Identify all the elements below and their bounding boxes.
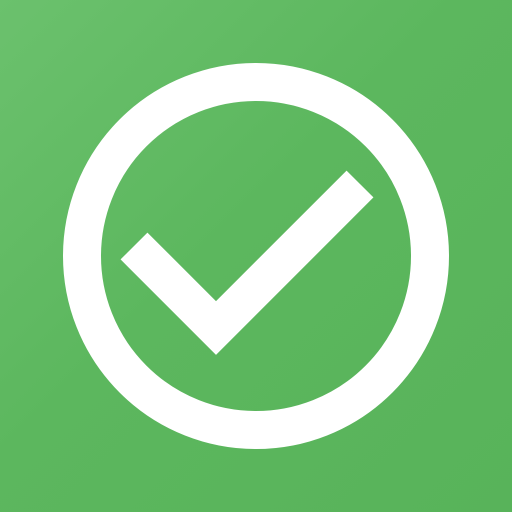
checkmark-stroke — [120, 170, 374, 355]
check-circle-icon — [0, 0, 512, 512]
app-icon-tile — [0, 0, 512, 512]
check-circle-svg — [63, 63, 449, 449]
